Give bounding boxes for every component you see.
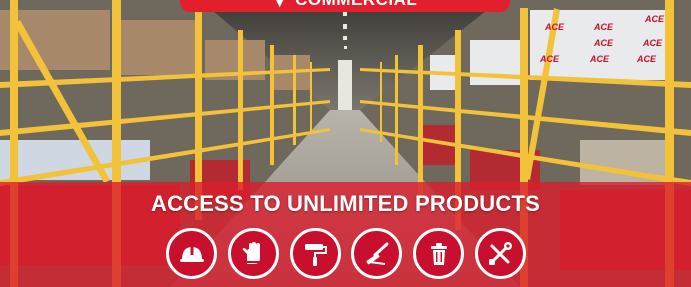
- work-glove-icon: [242, 241, 261, 264]
- trash-can-icon: [430, 242, 447, 265]
- ace-box-label: ACE: [593, 38, 614, 48]
- ace-box-label: ACE: [642, 38, 663, 48]
- ace-box-label: ACE: [589, 54, 610, 64]
- ace-box-label: ACE: [539, 54, 560, 64]
- brand-mark-icon: ▼: [272, 0, 288, 10]
- trash-can-button[interactable]: [413, 228, 465, 279]
- squeegee-icon: [366, 242, 389, 265]
- ace-box-label: ACE: [644, 14, 665, 24]
- banner-text: COMMERCIAL: [295, 0, 417, 10]
- tools-button[interactable]: [474, 228, 526, 279]
- work-glove-button[interactable]: [227, 228, 279, 279]
- hard-hat-button[interactable]: [166, 228, 217, 279]
- ace-box-label: ACE: [593, 22, 614, 32]
- ace-box-label: ACE: [544, 22, 565, 32]
- squeegee-button[interactable]: [351, 228, 403, 279]
- ace-box-label: ACE: [636, 54, 657, 64]
- paint-roller-button[interactable]: [289, 228, 341, 279]
- tools-icon: [489, 241, 513, 265]
- top-banner: ▼ COMMERCIAL: [180, 0, 510, 12]
- promo-headline: ACCESS TO UNLIMITED PRODUCTS: [151, 191, 540, 216]
- category-icon-row: [166, 228, 526, 282]
- hard-hat-icon: [179, 246, 204, 262]
- paint-roller-icon: [305, 243, 328, 266]
